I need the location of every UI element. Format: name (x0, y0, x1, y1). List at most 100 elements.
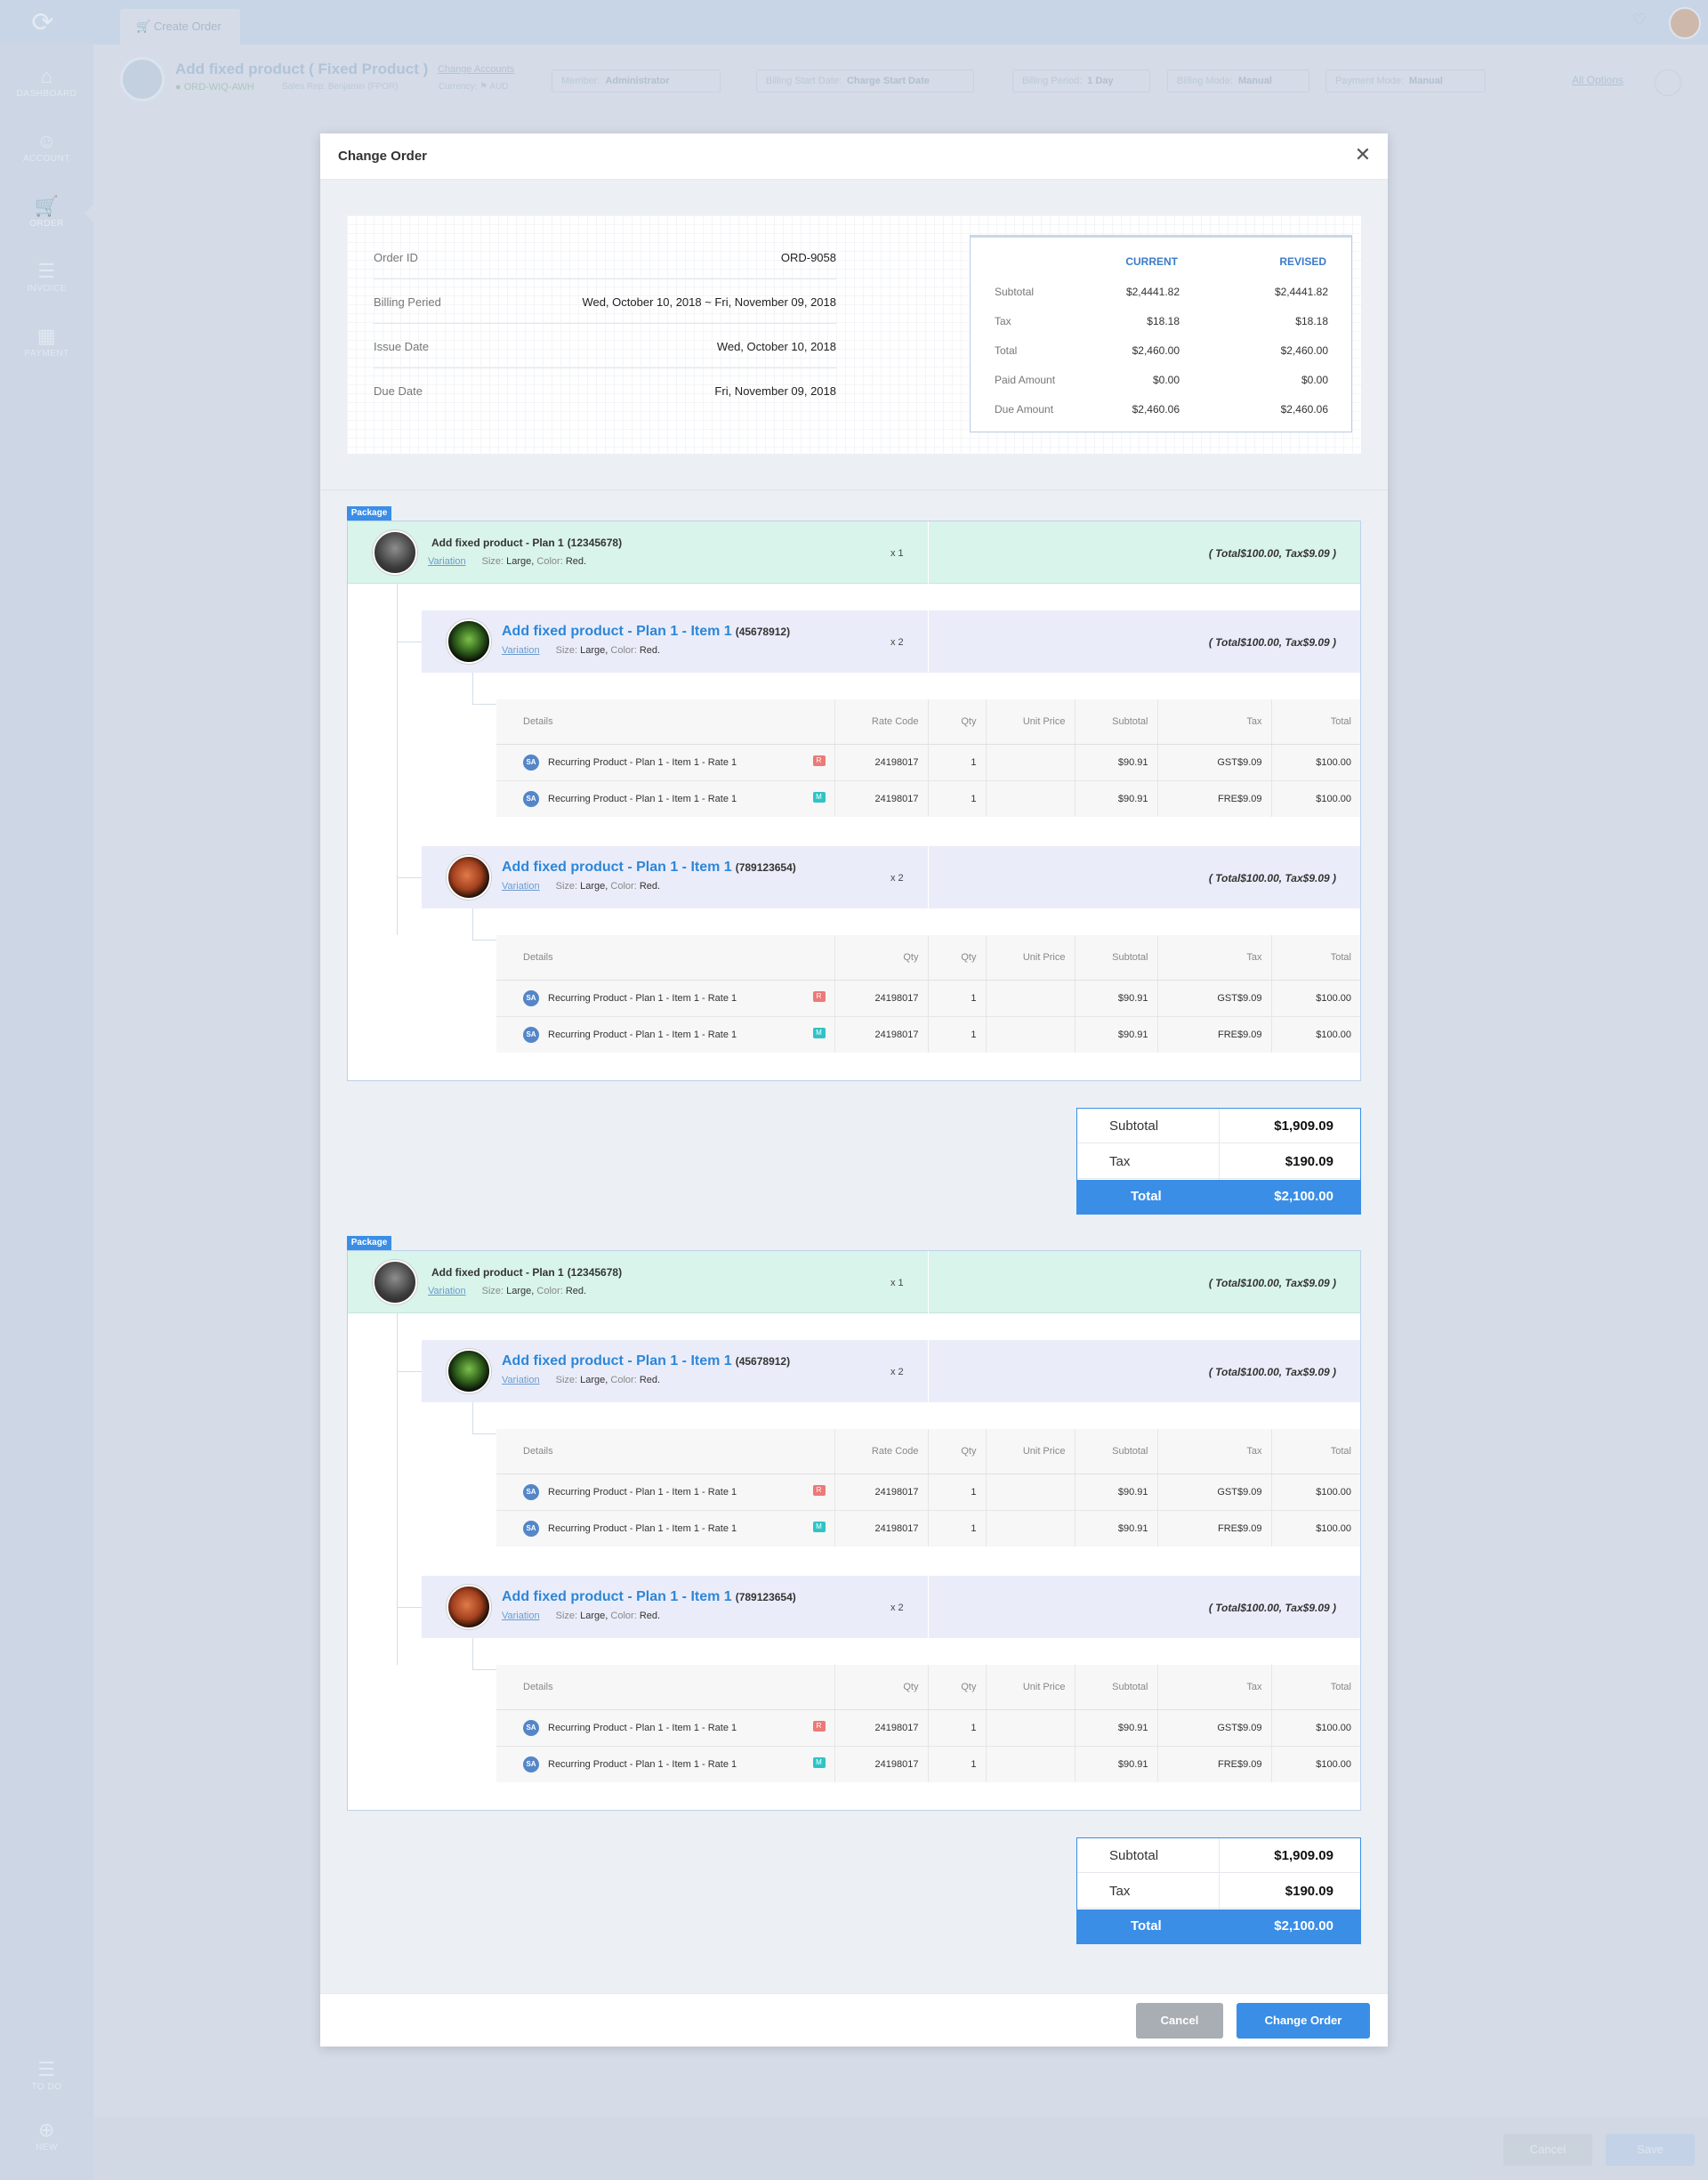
totals-label: Tax (1109, 1884, 1131, 1899)
item-qty: x 2 (890, 1367, 904, 1377)
rate-badge: M (812, 791, 826, 803)
avatar: SA (523, 754, 539, 771)
rate-badge: M (812, 1756, 826, 1768)
item-name[interactable]: Add fixed product - Plan 1 - Item 1 (4567… (502, 1353, 790, 1369)
table-row[interactable]: SA Recurring Product - Plan 1 - Item 1 - … (496, 1746, 1360, 1782)
change-order-button[interactable]: Change Order (1237, 2003, 1370, 2039)
table-row[interactable]: SA Recurring Product - Plan 1 - Item 1 - … (496, 1709, 1360, 1747)
product-image (447, 619, 491, 664)
totals-value: $1,909.09 (1274, 1118, 1333, 1134)
tax-value: $9.09 (1237, 793, 1262, 804)
size-value: Large, (580, 1375, 608, 1385)
rate-badge: R (812, 755, 826, 766)
plan-variation: Variation Size: Large, Color: Red. (428, 1286, 587, 1296)
order-summary-box: CURRENT REVISED Subtotal $2,4441.82 $2,444… (970, 235, 1352, 432)
item-name-text: Add fixed product - Plan 1 - Item 1 (502, 624, 732, 639)
subtotal-cell: $90.91 (1075, 1474, 1158, 1511)
detail-cell: SA Recurring Product - Plan 1 - Item 1 - … (496, 1016, 835, 1053)
current-column-header: CURRENT (1125, 255, 1178, 268)
tax-code: FRE (1217, 793, 1237, 804)
tax-code: GST (1217, 1722, 1237, 1733)
package-totals: Subtotal $1,909.09 Tax $190.09 Total $2,100… (1076, 1837, 1361, 1944)
summary-revised: $18.18 (1295, 315, 1328, 327)
item-name[interactable]: Add fixed product - Plan 1 - Item 1 (7891… (502, 860, 796, 876)
detail-cell: SA Recurring Product - Plan 1 - Item 1 - … (496, 1510, 835, 1546)
rate-code-cell: 24198017 (834, 1746, 929, 1782)
column-header: Total (1271, 935, 1360, 981)
detail-cell: SA Recurring Product - Plan 1 - Item 1 - … (496, 1474, 835, 1511)
close-icon[interactable]: ✕ (1352, 144, 1374, 166)
color-value: Red. (639, 645, 661, 656)
total-cell: $100.00 (1271, 1474, 1360, 1511)
item-name[interactable]: Add fixed product - Plan 1 - Item 1 (7891… (502, 1589, 796, 1605)
tax-cell: FRE$9.09 (1157, 1016, 1272, 1053)
tree-line (397, 1371, 422, 1372)
summary-current: $0.00 (1152, 374, 1180, 386)
total-cell: $100.00 (1271, 980, 1360, 1017)
summary-revised: $2,460.06 (1280, 403, 1328, 416)
totals-label: Subtotal (1109, 1848, 1159, 1863)
detail-text: Recurring Product - Plan 1 - Item 1 - Ra… (548, 1029, 737, 1040)
detail-text: Recurring Product - Plan 1 - Item 1 - Ra… (548, 793, 737, 804)
cancel-button[interactable]: Cancel (1136, 2003, 1223, 2039)
column-header: Unit Price (986, 1665, 1076, 1710)
column-header: Rate Code (834, 699, 929, 745)
detail-text: Recurring Product - Plan 1 - Item 1 - Ra… (548, 1486, 737, 1498)
rate-code-cell: 24198017 (834, 1016, 929, 1053)
detail-text: Recurring Product - Plan 1 - Item 1 - Ra… (548, 992, 737, 1004)
table-row[interactable]: SA Recurring Product - Plan 1 - Item 1 - … (496, 1016, 1360, 1053)
plan-name[interactable]: Add fixed product - Plan 1 (12345678) (428, 1264, 622, 1280)
plan-name[interactable]: Add fixed product - Plan 1 (12345678) (428, 535, 622, 551)
variation-link[interactable]: Variation (428, 1286, 466, 1296)
totals-value: $2,100.00 (1274, 1918, 1333, 1934)
size-value: Large, (580, 881, 608, 892)
size-label: Size: (555, 1375, 578, 1385)
detail-text: Recurring Product - Plan 1 - Item 1 - Ra… (548, 1722, 737, 1733)
variation-link[interactable]: Variation (502, 1375, 540, 1385)
info-label: Order ID (374, 251, 418, 264)
qty-cell: 1 (928, 1016, 987, 1053)
table-row[interactable]: SA Recurring Product - Plan 1 - Item 1 - … (496, 780, 1360, 817)
variation-link[interactable]: Variation (428, 556, 466, 567)
column-header: Details (496, 1429, 835, 1474)
product-image (447, 1349, 491, 1393)
column-header: Total (1271, 699, 1360, 745)
info-row-order-id: Order ID ORD-9058 (374, 235, 836, 279)
table-row[interactable]: SA Recurring Product - Plan 1 - Item 1 - … (496, 1510, 1360, 1546)
summary-current: $2,460.06 (1132, 403, 1180, 416)
tax-cell: GST$9.09 (1157, 1709, 1272, 1747)
item-name[interactable]: Add fixed product - Plan 1 - Item 1 (4567… (502, 624, 790, 640)
color-label: Color: (610, 881, 637, 892)
rate-code-cell: 24198017 (834, 780, 929, 817)
column-header: Qty (928, 1429, 987, 1474)
variation-link[interactable]: Variation (502, 881, 540, 892)
totals-tax-row: Tax $190.09 (1077, 1874, 1360, 1909)
tree-line (472, 940, 496, 941)
avatar: SA (523, 1483, 539, 1500)
item-total: ( Total$100.00, Tax$9.09 ) (1208, 636, 1336, 649)
tax-code: GST (1217, 992, 1237, 1004)
item-code: (45678912) (735, 1355, 791, 1368)
column-header: Subtotal (1075, 1665, 1158, 1710)
table-row[interactable]: SA Recurring Product - Plan 1 - Item 1 - … (496, 744, 1360, 781)
table-row[interactable]: SA Recurring Product - Plan 1 - Item 1 - … (496, 980, 1360, 1017)
plan-total: ( Total$100.00, Tax$9.09 ) (1208, 1277, 1336, 1289)
item-name-text: Add fixed product - Plan 1 - Item 1 (502, 1589, 732, 1604)
column-header: Tax (1157, 935, 1272, 981)
tree-line (472, 673, 473, 704)
avatar: SA (523, 1520, 539, 1537)
total-cell: $100.00 (1271, 1709, 1360, 1747)
avatar: SA (523, 1026, 539, 1043)
variation-link[interactable]: Variation (502, 645, 540, 656)
tax-code: FRE (1217, 1522, 1237, 1534)
table-row[interactable]: SA Recurring Product - Plan 1 - Item 1 - … (496, 1474, 1360, 1511)
tax-code: FRE (1217, 1029, 1237, 1040)
column-header: Qty (928, 699, 987, 745)
package-tag: Package (347, 506, 391, 521)
summary-revised: $0.00 (1301, 374, 1328, 386)
variation-link[interactable]: Variation (502, 1611, 540, 1621)
subtotal-cell: $90.91 (1075, 744, 1158, 781)
summary-current: $2,460.00 (1132, 344, 1180, 357)
item-name-text: Add fixed product - Plan 1 - Item 1 (502, 1353, 732, 1369)
column-divider (928, 1251, 929, 1313)
